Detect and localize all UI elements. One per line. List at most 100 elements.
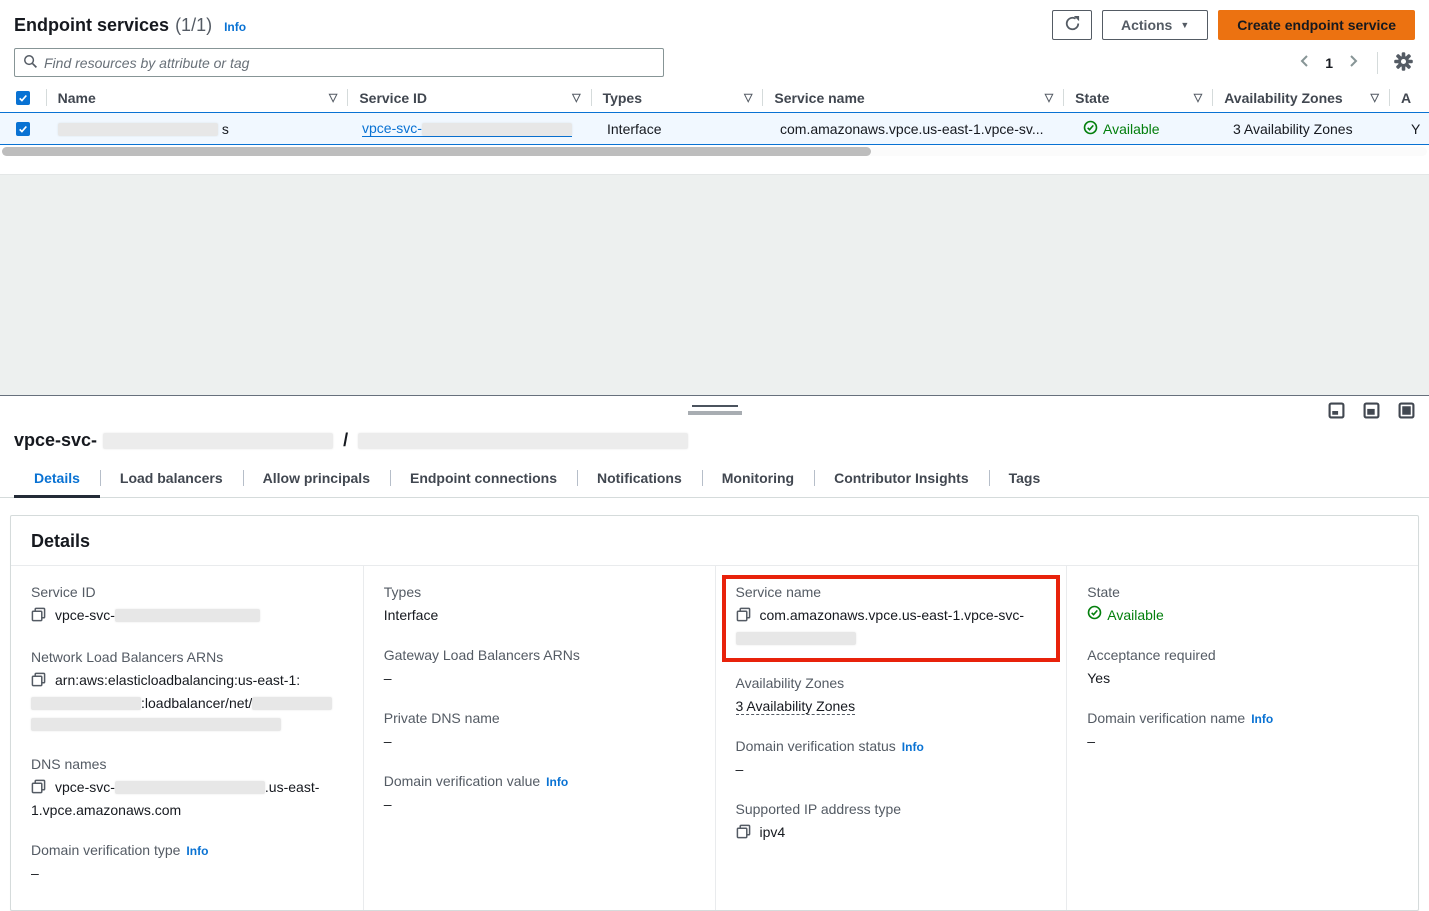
column-header-name[interactable]: Name▽ [46,83,348,112]
endpoint-services-table: Name▽ Service ID▽ Types▽ Service name▽ S… [0,83,1429,174]
filter-icon[interactable]: ▽ [1045,91,1053,104]
field-service-id: Service ID vpce-svc- [31,584,343,628]
empty-background-area [0,174,1429,395]
row-checkbox[interactable] [16,122,30,136]
create-endpoint-service-button[interactable]: Create endpoint service [1218,10,1415,40]
tab-notifications[interactable]: Notifications [577,461,702,497]
actions-dropdown-button[interactable]: Actions ▼ [1102,10,1208,40]
filter-icon[interactable]: ▽ [1194,91,1202,104]
filter-toolbar: 1 [0,42,1429,83]
details-heading: Details [31,531,1398,552]
column-header-availability-zones[interactable]: Availability Zones▽ [1212,83,1389,112]
info-link[interactable]: Info [1251,712,1273,726]
field-supported-ip-address-type: Supported IP address type ipv4 [736,801,1047,845]
column-header-types[interactable]: Types▽ [591,83,763,112]
details-column-2: Types Interface Gateway Load Balancers A… [363,566,715,910]
scrollbar-thumb[interactable] [2,147,871,156]
cell-partial: Y [1399,121,1429,137]
panel-size-small-button[interactable] [1328,402,1345,422]
tab-endpoint-connections[interactable]: Endpoint connections [390,461,577,497]
cell-name: s [46,121,350,137]
copy-icon[interactable] [736,607,751,628]
field-domain-verification-value: Domain verification valueInfo – [384,773,695,815]
settings-button[interactable] [1392,50,1415,76]
page-header: Endpoint services (1/1) Info Actions ▼ C… [0,0,1429,42]
filter-icon[interactable]: ▽ [1371,91,1379,104]
field-availability-zones: Availability Zones 3 Availability Zones [736,675,1047,717]
divider [1377,52,1378,74]
redacted-text [58,123,218,136]
cell-service-name: com.amazonaws.vpce.us-east-1.vpce-sv... [768,121,1071,137]
redacted-text [252,697,332,710]
refresh-button[interactable] [1052,10,1092,40]
horizontal-scrollbar [2,147,1427,156]
field-acceptance-required: Acceptance required Yes [1087,647,1398,689]
table-header-row: Name▽ Service ID▽ Types▽ Service name▽ S… [0,83,1429,112]
field-domain-verification-type: Domain verification typeInfo – [31,842,343,884]
copy-icon[interactable] [31,607,46,628]
refresh-icon [1064,15,1081,35]
copy-icon[interactable] [31,672,46,693]
chevron-right-icon [1345,53,1361,72]
redacted-text [103,433,333,449]
service-name-highlight-box: Service name com.amazonaws.vpce.us-east-… [722,575,1061,662]
panel-size-medium-button[interactable] [1363,402,1380,422]
tab-allow-principals[interactable]: Allow principals [243,461,390,497]
chevron-left-icon [1297,53,1313,72]
field-state: State Available [1087,584,1398,626]
field-glb-arns: Gateway Load Balancers ARNs – [384,647,695,689]
pagination-current-page[interactable]: 1 [1323,55,1335,71]
panel-resize-handle[interactable] [680,405,750,415]
tab-contributor-insights[interactable]: Contributor Insights [814,461,989,497]
tab-monitoring[interactable]: Monitoring [702,461,814,497]
service-id-link[interactable]: vpce-svc- [362,120,572,137]
details-card: Details Service ID vpce-svc- Network Loa… [10,515,1419,911]
details-column-1: Service ID vpce-svc- Network Load Balanc… [11,566,363,910]
copy-icon[interactable] [736,824,751,845]
panel-title: vpce-svc-/ [0,424,1429,461]
availability-zones-popover-link[interactable]: 3 Availability Zones [736,698,856,715]
pagination: 1 [1295,50,1415,76]
redacted-text [31,697,141,710]
select-all-checkbox[interactable] [16,91,30,105]
tab-load-balancers[interactable]: Load balancers [100,461,243,497]
redacted-text [358,433,688,449]
cell-availability-zones: 3 Availability Zones [1221,121,1399,137]
table-row[interactable]: s vpce-svc- Interface com.amazonaws.vpce… [0,112,1429,145]
pagination-prev-button[interactable] [1295,51,1315,74]
availability-zones-popover-link[interactable]: 3 Availability Zones [1233,121,1353,137]
column-header-state[interactable]: State▽ [1063,83,1212,112]
details-column-4: State Available Acceptance required Yes … [1066,566,1418,910]
actions-label: Actions [1121,17,1172,33]
cell-types: Interface [595,121,768,137]
copy-icon[interactable] [31,779,46,800]
info-link[interactable]: Info [224,20,246,34]
search-icon [23,54,38,72]
field-domain-verification-status: Domain verification statusInfo – [736,738,1047,780]
info-link[interactable]: Info [902,740,924,754]
redacted-text [115,781,265,794]
pagination-next-button[interactable] [1343,51,1363,74]
check-circle-icon [1087,605,1102,626]
field-service-name: Service name com.amazonaws.vpce.us-east-… [736,584,1047,649]
info-link[interactable]: Info [186,844,208,858]
filter-icon[interactable]: ▽ [329,91,337,104]
gear-icon [1394,52,1413,74]
column-header-partial[interactable]: A [1389,83,1429,112]
redacted-text [31,718,281,731]
cell-service-id: vpce-svc- [350,120,595,137]
tab-details[interactable]: Details [14,461,100,497]
tab-tags[interactable]: Tags [989,461,1061,497]
info-link[interactable]: Info [546,775,568,789]
column-header-service-name[interactable]: Service name▽ [762,83,1063,112]
filter-icon[interactable]: ▽ [744,91,752,104]
column-header-service-id[interactable]: Service ID▽ [347,83,590,112]
filter-icon[interactable]: ▽ [572,91,580,104]
cell-state: Available [1071,120,1221,138]
resource-count: (1/1) [175,15,212,36]
search-input[interactable] [44,55,655,71]
panel-medium-icon [1363,402,1380,422]
chevron-down-icon: ▼ [1180,21,1189,30]
redacted-text [422,123,572,136]
panel-size-large-button[interactable] [1398,402,1415,422]
